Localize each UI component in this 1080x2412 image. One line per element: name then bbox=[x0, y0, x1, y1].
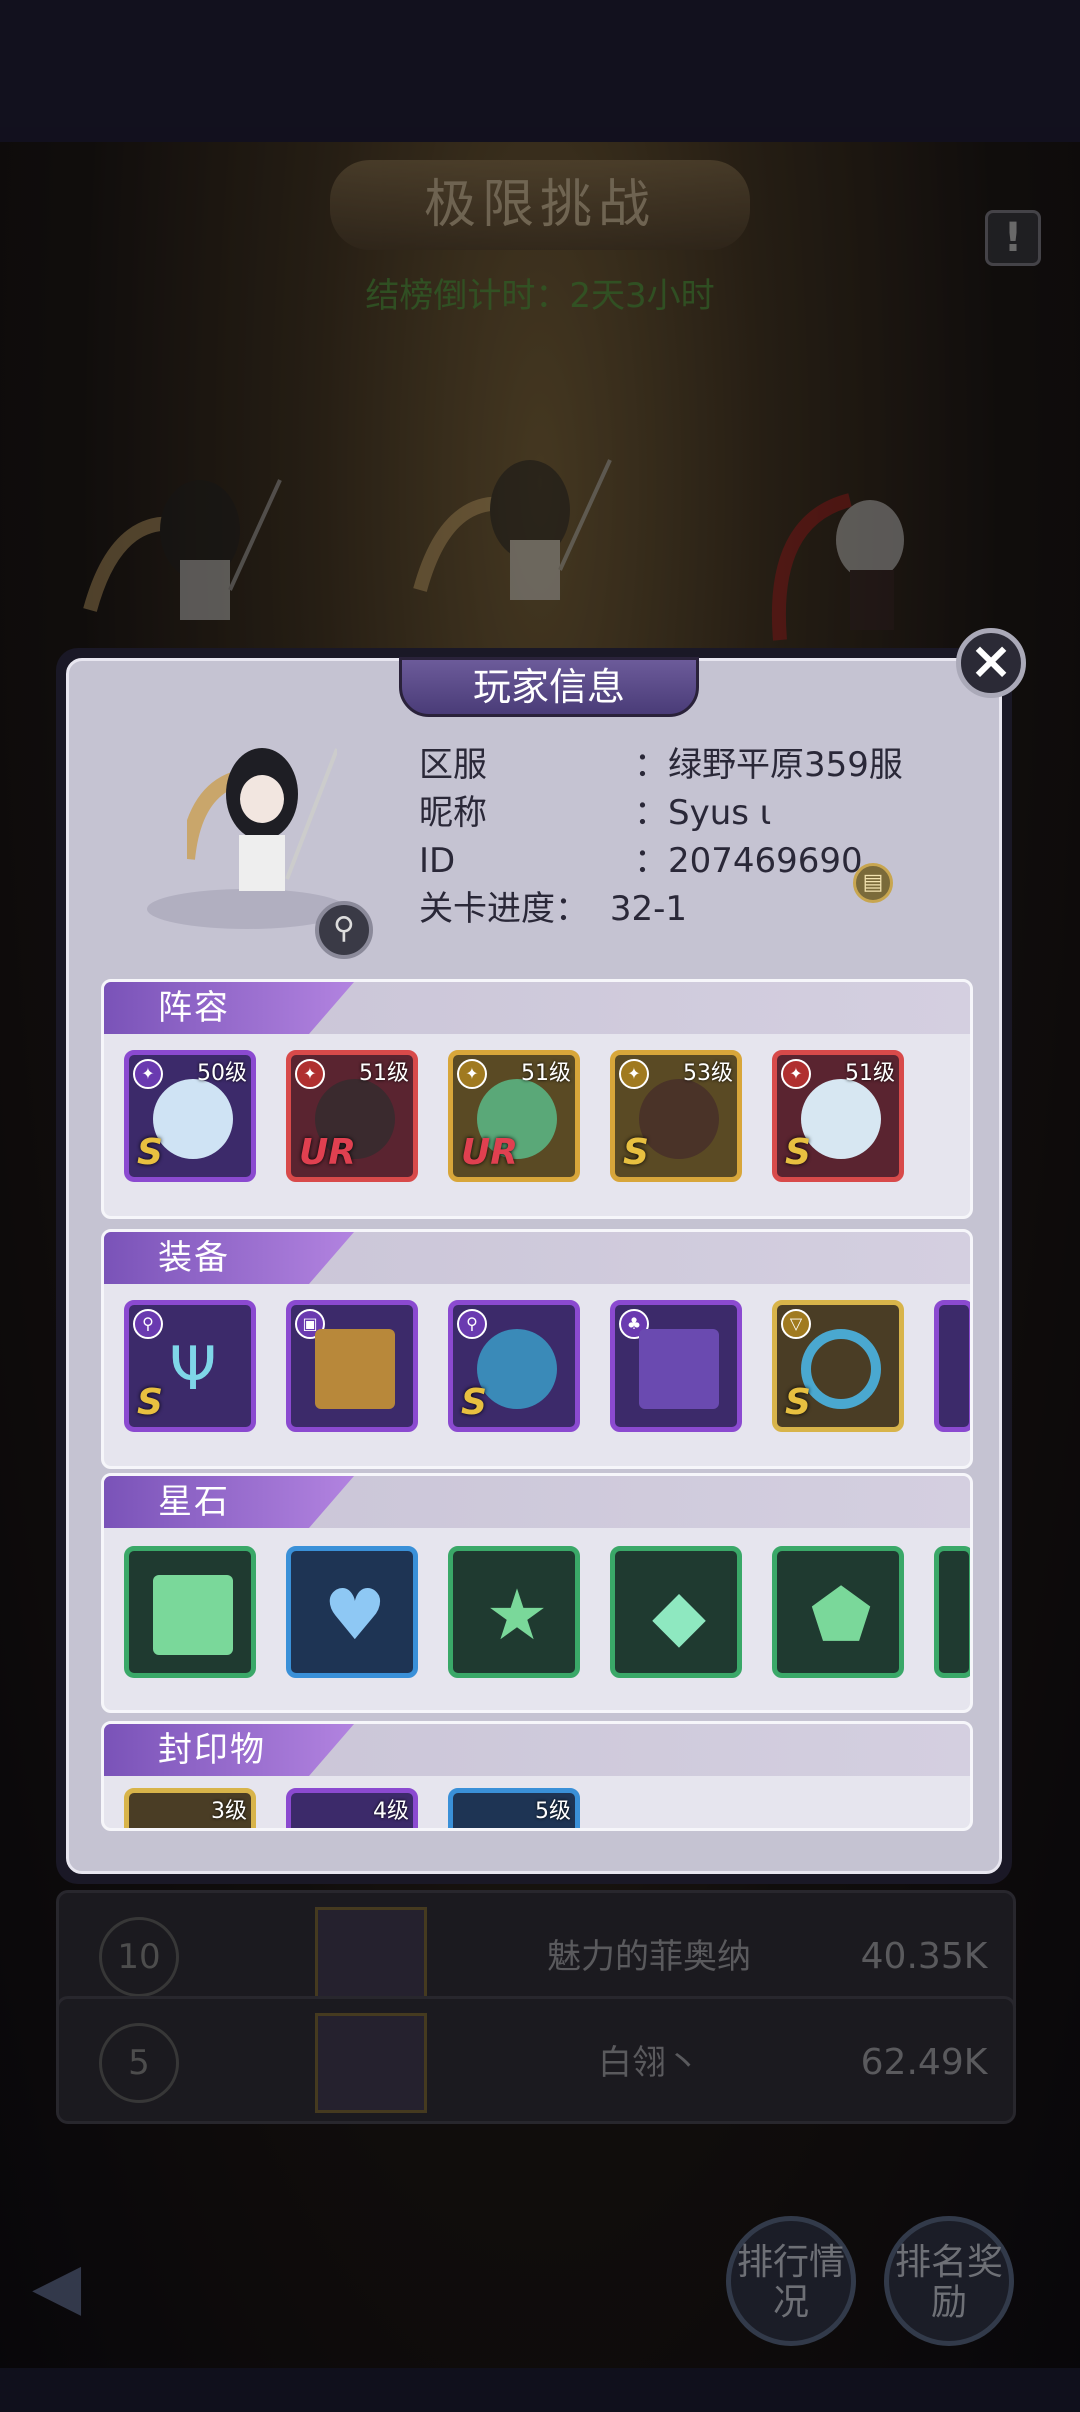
starstone-slot[interactable]: ★ bbox=[448, 1546, 580, 1678]
hero-grade: S bbox=[137, 1132, 163, 1173]
equipment-slot-partial[interactable] bbox=[934, 1300, 970, 1432]
hero-slot[interactable]: ✦ 51级 UR bbox=[448, 1050, 580, 1182]
hero-portrait bbox=[639, 1079, 719, 1159]
progress-row: 关卡进度： 32-1 bbox=[419, 885, 687, 933]
magnifier-icon[interactable]: ⚲ bbox=[315, 901, 373, 959]
hero-slot[interactable]: ✦ 51级 UR bbox=[286, 1050, 418, 1182]
hero-grade: S bbox=[623, 1132, 649, 1173]
nickname-value: ：Syus ι bbox=[634, 793, 772, 833]
hero-level: 51级 bbox=[845, 1061, 895, 1086]
book-icon bbox=[315, 1329, 395, 1409]
close-button[interactable]: × bbox=[956, 628, 1026, 698]
class-icon: ✦ bbox=[619, 1059, 649, 1089]
equipment-slot[interactable]: ▣ bbox=[286, 1300, 418, 1432]
progress-label: 关卡进度： bbox=[419, 889, 589, 929]
hero-grade: UR bbox=[461, 1132, 518, 1173]
star-gem-icon: ★ bbox=[485, 1574, 549, 1656]
equipment-slot[interactable]: ⚲ S bbox=[448, 1300, 580, 1432]
seal-level: 4级 bbox=[373, 1799, 409, 1824]
equipment-grade: S bbox=[137, 1382, 163, 1423]
starstone-section: 星石 ♥ ★ ◆ ⬟ bbox=[101, 1473, 973, 1713]
avatar-sprite bbox=[187, 748, 337, 891]
nickname-row: 昵称 ：Syus ι bbox=[419, 789, 771, 837]
slot-type-icon: ▽ bbox=[781, 1309, 811, 1339]
copy-id-icon[interactable]: ▤ bbox=[853, 863, 893, 903]
dialog-title: 玩家信息 bbox=[399, 657, 699, 717]
id-label: ID bbox=[419, 841, 456, 881]
id-value: ：207469690 bbox=[634, 841, 863, 881]
hero-slot[interactable]: ✦ 51级 S bbox=[772, 1050, 904, 1182]
seal-level: 3级 bbox=[211, 1799, 247, 1824]
hero-level: 50级 bbox=[197, 1061, 247, 1086]
heart-gem-icon: ♥ bbox=[323, 1574, 387, 1656]
starstone-slot[interactable]: ⬟ bbox=[772, 1546, 904, 1678]
lineup-section: 阵容 ✦ 50级 S ✦ 51级 UR ✦ 51级 UR ✦ 53级 S ✦ 5… bbox=[101, 979, 973, 1219]
dialog-body: 玩家信息 ⚲ 区服 ：绿野平原359服 昵称 ：Syus ι ID ：20746… bbox=[66, 657, 1002, 1874]
seal-slot[interactable]: 3级 bbox=[124, 1788, 256, 1828]
progress-value: 32-1 bbox=[609, 889, 687, 929]
hero-level: 53级 bbox=[683, 1061, 733, 1086]
starstone-slot-partial[interactable] bbox=[934, 1546, 970, 1678]
class-icon: ✦ bbox=[133, 1059, 163, 1089]
class-icon: ✦ bbox=[781, 1059, 811, 1089]
starstone-slot[interactable] bbox=[124, 1546, 256, 1678]
hero-level: 51级 bbox=[521, 1061, 571, 1086]
class-icon: ✦ bbox=[457, 1059, 487, 1089]
armor-skirt-icon bbox=[639, 1329, 719, 1409]
square-gem-icon bbox=[153, 1575, 233, 1655]
trident-icon: Ψ bbox=[169, 1334, 217, 1404]
seal-section: 封印物 3级 4级 5级 bbox=[101, 1721, 973, 1831]
starstone-slot[interactable]: ◆ bbox=[610, 1546, 742, 1678]
seal-slot[interactable]: 4级 bbox=[286, 1788, 418, 1828]
equipment-grade: S bbox=[785, 1382, 811, 1423]
hero-slot[interactable]: ✦ 53级 S bbox=[610, 1050, 742, 1182]
ring-icon bbox=[801, 1329, 881, 1409]
shield-gem-icon: ⬟ bbox=[810, 1574, 872, 1656]
server-row: 区服 ：绿野平原359服 bbox=[419, 741, 903, 789]
hero-portrait bbox=[801, 1079, 881, 1159]
diamond-gem-icon: ◆ bbox=[652, 1574, 706, 1656]
slot-type-icon: ⚲ bbox=[457, 1309, 487, 1339]
class-icon: ✦ bbox=[295, 1059, 325, 1089]
hero-grade: S bbox=[785, 1132, 811, 1173]
screen: 极限挑战 结榜倒计时：2天3小时 ! 10 魅力的菲奥纳 40.35K 5 白翎… bbox=[0, 0, 1080, 2412]
starstone-slot[interactable]: ♥ bbox=[286, 1546, 418, 1678]
server-value: ：绿野平原359服 bbox=[634, 745, 903, 785]
equipment-grade: S bbox=[461, 1382, 487, 1423]
helmet-icon bbox=[477, 1329, 557, 1409]
hero-portrait bbox=[153, 1079, 233, 1159]
seal-level: 5级 bbox=[535, 1799, 571, 1824]
equipment-slot[interactable]: ♣ bbox=[610, 1300, 742, 1432]
equipment-section: 装备 ⚲ Ψ S ▣ ⚲ S ♣ ▽ S bbox=[101, 1229, 973, 1469]
hero-grade: UR bbox=[299, 1132, 356, 1173]
id-row: ID ：207469690 bbox=[419, 837, 863, 885]
equipment-slot[interactable]: ▽ S bbox=[772, 1300, 904, 1432]
seal-slot[interactable]: 5级 bbox=[448, 1788, 580, 1828]
server-label: 区服 bbox=[419, 745, 487, 785]
nickname-label: 昵称 bbox=[419, 793, 487, 833]
hero-level: 51级 bbox=[359, 1061, 409, 1086]
hero-slot[interactable]: ✦ 50级 S bbox=[124, 1050, 256, 1182]
equipment-slot[interactable]: ⚲ Ψ S bbox=[124, 1300, 256, 1432]
player-info-dialog: 玩家信息 ⚲ 区服 ：绿野平原359服 昵称 ：Syus ι ID ：20746… bbox=[56, 648, 1012, 1884]
